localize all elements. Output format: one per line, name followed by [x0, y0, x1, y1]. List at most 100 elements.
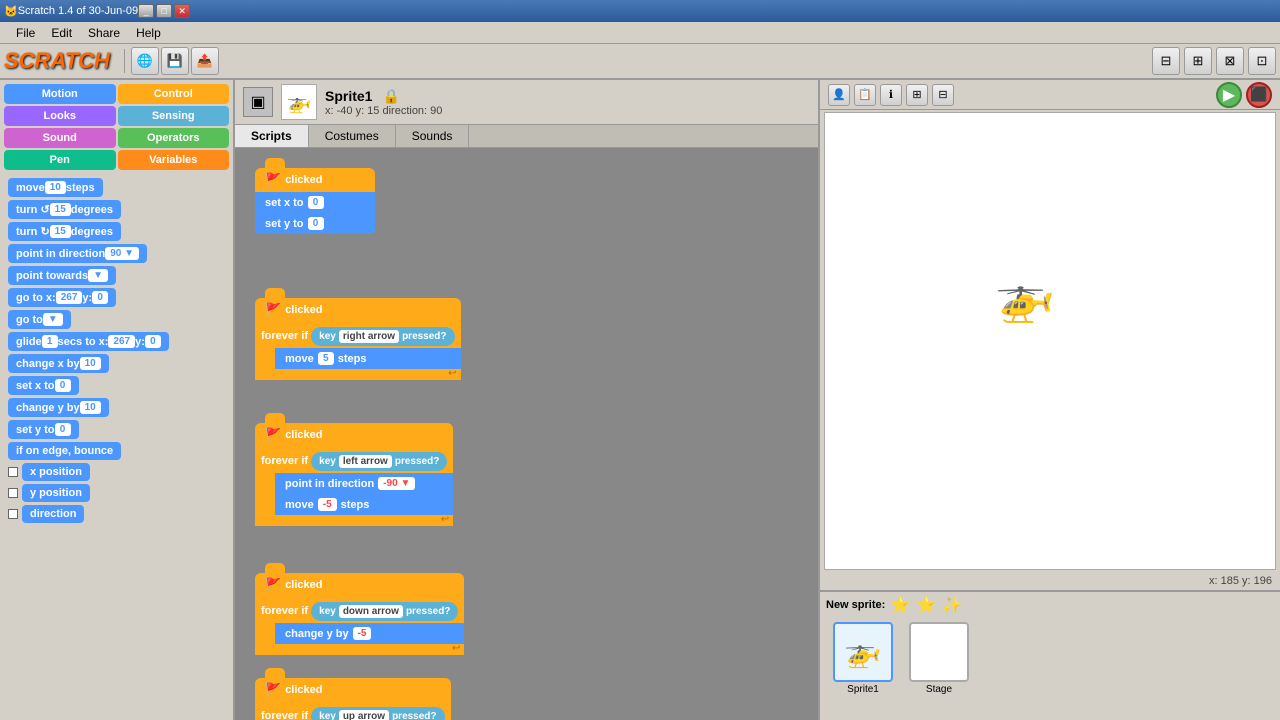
share-button[interactable]: 📤: [191, 47, 219, 75]
block-goto[interactable]: go to ▼: [8, 310, 225, 329]
block-move[interactable]: move 10 steps: [8, 178, 225, 197]
web-button[interactable]: 🌐: [131, 47, 159, 75]
zoom-stage-button[interactable]: ⊟: [932, 84, 954, 106]
sprite-thumb-img-stage: [909, 622, 969, 682]
titlebar-buttons[interactable]: _ □ ✕: [138, 4, 190, 18]
set-x-block-1[interactable]: set x to 0: [255, 192, 375, 213]
block-turn-right[interactable]: turn ↻ 15 degrees: [8, 222, 225, 241]
stage-coord-text: x: 185 y: 196: [1209, 575, 1272, 587]
green-flag-icon-1: 🚩: [265, 172, 281, 188]
hat-block-4[interactable]: 🚩 clicked: [255, 573, 464, 597]
panel-toggle[interactable]: ▣: [243, 87, 273, 117]
block-bounce[interactable]: if on edge, bounce: [8, 442, 225, 460]
checkbox-direction[interactable]: [8, 509, 18, 519]
move-block-3[interactable]: move -5 steps: [275, 494, 453, 515]
hat-label-3: clicked: [285, 429, 322, 441]
move-block-2[interactable]: move 5 steps: [275, 348, 461, 369]
scripts-area[interactable]: 🚩 clicked set x to 0 set y to 0 🚩 clic: [235, 148, 818, 720]
sensing-forever-if-4[interactable]: key down arrow pressed?: [311, 602, 458, 621]
save-button[interactable]: 💾: [161, 47, 189, 75]
category-control[interactable]: Control: [118, 84, 230, 104]
block-categories: Motion Control Looks Sensing Sound Opera…: [0, 80, 233, 174]
sprite-thumb-stage[interactable]: Stage: [904, 622, 974, 716]
block-glide[interactable]: glide 1 secs to x: 267 y: 0: [8, 332, 225, 351]
sprite-list: 🚁 Sprite1 Stage: [820, 618, 1280, 720]
sensing-forever-if-5[interactable]: key up arrow pressed?: [311, 707, 444, 720]
hat-block-1[interactable]: 🚩 clicked: [255, 168, 375, 192]
set-y-block-1[interactable]: set y to 0: [255, 213, 375, 234]
sprite-name: Sprite1: [325, 88, 372, 104]
block-point-towards[interactable]: point towards ▼: [8, 266, 225, 285]
script-tabs: Scripts Costumes Sounds: [235, 125, 818, 148]
zoom-out-button[interactable]: ⊟: [1152, 47, 1180, 75]
toolbar-separator: [124, 49, 125, 73]
category-sound[interactable]: Sound: [4, 128, 116, 148]
stage-toolbar: 👤 📋 ℹ ⊞ ⊟ ▶ ⬛: [820, 80, 1280, 110]
block-set-y[interactable]: set y to 0: [8, 420, 225, 439]
fullscreen-stage-button[interactable]: ⊞: [906, 84, 928, 106]
close-button[interactable]: ✕: [174, 4, 190, 18]
category-pen[interactable]: Pen: [4, 150, 116, 170]
category-looks[interactable]: Looks: [4, 106, 116, 126]
hat-block-5[interactable]: 🚩 clicked: [255, 678, 451, 702]
category-motion[interactable]: Motion: [4, 84, 116, 104]
hat-label-2: clicked: [285, 304, 322, 316]
block-direction[interactable]: direction: [8, 505, 225, 523]
stop-button[interactable]: ⬛: [1246, 82, 1272, 108]
sprite-thumb-label-stage: Stage: [926, 684, 952, 695]
new-sprite-file-button[interactable]: ⭐: [915, 594, 937, 616]
block-change-y[interactable]: change y by 10: [8, 398, 225, 417]
right-panel: 👤 📋 ℹ ⊞ ⊟ ▶ ⬛ 🚁 x: 185 y: 196 New sprite…: [820, 80, 1280, 720]
grow-button[interactable]: 📋: [854, 84, 876, 106]
sprite-preview: 🚁: [281, 84, 317, 120]
block-goto-xy[interactable]: go to x: 267 y: 0: [8, 288, 225, 307]
tab-scripts[interactable]: Scripts: [235, 125, 309, 147]
go-button[interactable]: ▶: [1216, 82, 1242, 108]
tab-costumes[interactable]: Costumes: [309, 125, 396, 147]
main-layout: Motion Control Looks Sensing Sound Opera…: [0, 80, 1280, 720]
block-x-position[interactable]: x position: [8, 463, 225, 481]
toolbar-right: ⊟ ⊞ ⊠ ⊡: [1152, 47, 1276, 75]
maximize-button[interactable]: □: [156, 4, 172, 18]
script-group-4: 🚩 clicked forever if key down arrow pres…: [255, 563, 464, 655]
point-direction-block-3[interactable]: point in direction -90 ▼: [275, 473, 453, 494]
category-variables[interactable]: Variables: [118, 150, 230, 170]
sprite-thumb-sprite1[interactable]: 🚁 Sprite1: [828, 622, 898, 716]
category-operators[interactable]: Operators: [118, 128, 230, 148]
toolbar: SCRATCH 🌐 💾 📤 ⊟ ⊞ ⊠ ⊡: [0, 44, 1280, 80]
block-y-position[interactable]: y position: [8, 484, 225, 502]
new-sprite-label: New sprite:: [826, 599, 885, 611]
settings-button[interactable]: ⊡: [1248, 47, 1276, 75]
block-set-x[interactable]: set x to 0: [8, 376, 225, 395]
fullscreen-button[interactable]: ⊠: [1216, 47, 1244, 75]
change-y-block-4[interactable]: change y by -5: [275, 623, 464, 644]
sensing-forever-if-3[interactable]: key left arrow pressed?: [311, 452, 447, 471]
menu-edit[interactable]: Edit: [43, 24, 80, 42]
script-group-1: 🚩 clicked set x to 0 set y to 0: [255, 158, 375, 234]
shrink-button[interactable]: 👤: [828, 84, 850, 106]
stage[interactable]: 🚁: [824, 112, 1276, 570]
block-turn-left[interactable]: turn ↺ 15 degrees: [8, 200, 225, 219]
category-sensing[interactable]: Sensing: [118, 106, 230, 126]
zoom-in-button[interactable]: ⊞: [1184, 47, 1212, 75]
sensing-forever-if-2[interactable]: key right arrow pressed?: [311, 327, 454, 346]
tab-sounds[interactable]: Sounds: [396, 125, 470, 147]
hat-block-2[interactable]: 🚩 clicked: [255, 298, 461, 322]
menu-share[interactable]: Share: [80, 24, 128, 42]
script-group-2: 🚩 clicked forever if key right arrow pre…: [255, 288, 461, 380]
block-change-x[interactable]: change x by 10: [8, 354, 225, 373]
menu-help[interactable]: Help: [128, 24, 169, 42]
hat-block-3[interactable]: 🚩 clicked: [255, 423, 453, 447]
sprite-info: Sprite1 🔒 x: -40 y: 15 direction: 90: [325, 88, 442, 117]
menu-file[interactable]: File: [8, 24, 43, 42]
new-sprite-surprise-button[interactable]: ✨: [941, 594, 963, 616]
new-sprite-paint-button[interactable]: ⭐: [889, 594, 911, 616]
green-flag-icon-3: 🚩: [265, 427, 281, 443]
info-button[interactable]: ℹ: [880, 84, 902, 106]
stage-coords: x: 185 y: 196: [820, 572, 1280, 590]
minimize-button[interactable]: _: [138, 4, 154, 18]
hat-label-5: clicked: [285, 684, 322, 696]
checkbox-x-position[interactable]: [8, 467, 18, 477]
block-point-direction[interactable]: point in direction 90 ▼: [8, 244, 225, 263]
checkbox-y-position[interactable]: [8, 488, 18, 498]
